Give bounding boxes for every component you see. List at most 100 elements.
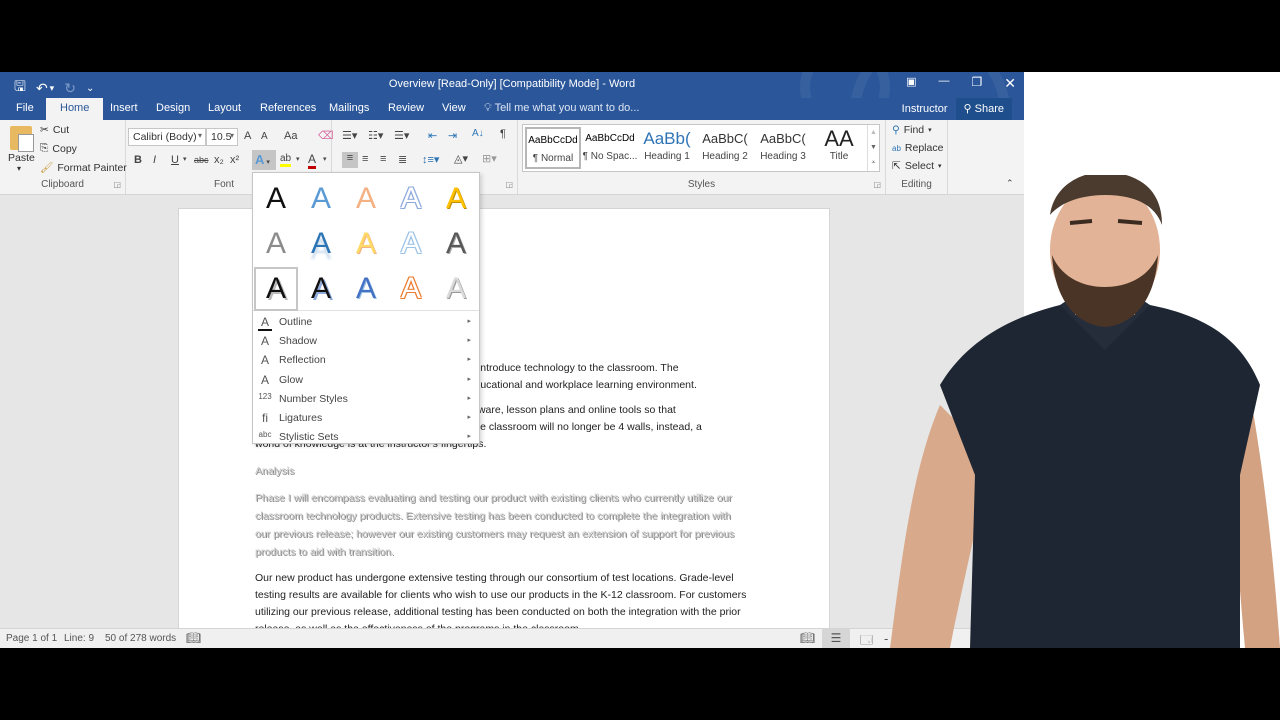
text-effect-option[interactable]: A (299, 267, 343, 311)
ribbon-display-options-icon[interactable]: ▣ (906, 75, 916, 92)
style-no-spacing[interactable]: AaBbCcDd ¶ No Spac... (582, 127, 638, 169)
proofing-icon[interactable]: 📖︎ (186, 631, 201, 645)
text-effect-option[interactable]: A (254, 177, 298, 221)
cut-button[interactable]: ✂ Cut (40, 124, 69, 136)
underline-icon[interactable]: U (171, 154, 179, 166)
justify-icon[interactable]: ≣ (398, 153, 407, 166)
minimize-icon[interactable]: — (939, 75, 950, 92)
restore-icon[interactable]: ❐ (972, 75, 983, 92)
text-effect-option[interactable]: A (389, 267, 433, 311)
grow-font-icon[interactable]: A (244, 130, 251, 142)
text-effects-menu-item-reflection[interactable]: A Reflection ▸ (253, 351, 479, 370)
show-formatting-icon[interactable]: ¶ (500, 128, 506, 140)
italic-icon[interactable]: I (153, 154, 156, 166)
paragraph-launcher-icon[interactable]: ◲ (505, 180, 513, 189)
highlight-icon[interactable]: ab (280, 153, 292, 167)
superscript-icon[interactable]: x² (230, 154, 239, 166)
sort-icon[interactable]: A↓ (472, 128, 484, 139)
text-effects-menu-item-stylistic-sets[interactable]: abc Stylistic Sets ▸ (253, 428, 479, 447)
subscript-icon[interactable]: x₂ (214, 154, 224, 166)
find-button[interactable]: ⚲ Find ▾ (892, 124, 932, 136)
highlight-dropdown-icon[interactable]: ▾ (296, 155, 300, 163)
style-heading-2[interactable]: AaBbC( Heading 2 (697, 127, 753, 169)
tab-home[interactable]: Home (46, 98, 104, 120)
tab-design[interactable]: Design (156, 102, 190, 114)
format-painter-button[interactable]: 🖌︎ Format Painter (40, 161, 127, 175)
styles-gallery-scroll[interactable]: ▲ ▼ ⩡ (867, 125, 879, 171)
style-heading-3[interactable]: AaBbC( Heading 3 (755, 127, 811, 169)
text-effect-option[interactable]: A (344, 222, 388, 266)
word-count[interactable]: 50 of 278 words (105, 633, 176, 644)
more-styles-icon[interactable]: ⩡ (868, 155, 879, 170)
presenter-video (890, 175, 1280, 648)
line-number[interactable]: Line: 9 (64, 633, 94, 644)
text-effect-option[interactable]: A (254, 267, 298, 311)
read-mode-icon[interactable]: 📖︎ (800, 631, 815, 645)
text-effects-menu-item-shadow[interactable]: A Shadow ▸ (253, 332, 479, 351)
paste-button[interactable]: Paste (8, 152, 35, 164)
tab-references[interactable]: References (260, 102, 316, 114)
text-effect-option[interactable]: A (434, 222, 478, 266)
style-normal[interactable]: AaBbCcDd ¶ Normal (525, 127, 581, 169)
style-title[interactable]: AA Title (811, 127, 867, 169)
strikethrough-icon[interactable]: abc (194, 155, 209, 165)
underline-dropdown-icon[interactable]: ▾ (183, 155, 187, 163)
page-count[interactable]: Page 1 of 1 (6, 633, 57, 644)
multilevel-list-icon[interactable]: ☰▾ (394, 129, 409, 142)
align-right-icon[interactable]: ≡ (380, 153, 386, 165)
align-center-icon[interactable]: ≡ (362, 153, 368, 165)
font-name-combo[interactable]: Calibri (Body) ▾ (128, 128, 206, 146)
numbering-icon[interactable]: ☷▾ (368, 129, 383, 142)
font-size-combo[interactable]: 10.5 ▾ (206, 128, 238, 146)
select-button[interactable]: ⇱ Select ▾ (892, 160, 942, 172)
text-effect-option[interactable]: A (344, 267, 388, 311)
text-effect-option[interactable]: A (389, 222, 433, 266)
borders-icon[interactable]: ⊞▾ (482, 152, 497, 165)
tab-view[interactable]: View (442, 102, 466, 114)
copy-button[interactable]: ⎘ Copy (40, 142, 77, 155)
tab-mailings[interactable]: Mailings (329, 102, 369, 114)
text-effect-option[interactable]: A (254, 222, 298, 266)
paste-icon[interactable] (10, 126, 34, 152)
clipboard-launcher-icon[interactable]: ◲ (113, 180, 121, 189)
text-effect-option[interactable]: A (299, 177, 343, 221)
text-effect-option[interactable]: A (389, 177, 433, 221)
bullets-icon[interactable]: ☰▾ (342, 129, 357, 142)
align-left-icon[interactable]: ≡ (342, 152, 358, 168)
increase-indent-icon[interactable]: ⇥ (448, 129, 457, 142)
text-effect-option[interactable]: A (344, 177, 388, 221)
replace-button[interactable]: ab Replace (892, 142, 943, 154)
bold-icon[interactable]: B (134, 154, 142, 166)
text-effects-menu-item-ligatures[interactable]: fi Ligatures ▸ (253, 409, 479, 428)
font-color-icon[interactable]: A (308, 152, 317, 169)
change-case-icon[interactable]: Aa (284, 130, 297, 142)
decrease-indent-icon[interactable]: ⇤ (428, 129, 437, 142)
font-color-dropdown-icon[interactable]: ▾ (323, 155, 327, 163)
shrink-font-icon[interactable]: A (261, 131, 268, 142)
tab-layout[interactable]: Layout (208, 102, 241, 114)
line-spacing-icon[interactable]: ↕≡▾ (422, 153, 439, 166)
text-effect-option[interactable]: A (434, 177, 478, 221)
share-button[interactable]: ⚲ Share (955, 98, 1012, 120)
paste-dropdown-icon[interactable]: ▾ (17, 164, 21, 173)
text-effects-menu-item-number-styles[interactable]: 123 Number Styles ▸ (253, 390, 479, 409)
scroll-down-icon[interactable]: ▼ (868, 140, 879, 155)
print-layout-icon[interactable]: ☰ (822, 629, 850, 648)
style-preview: AaBb( (643, 129, 691, 148)
close-icon[interactable]: ✕ (1004, 75, 1016, 92)
web-layout-icon[interactable]: 🗔 (860, 631, 873, 648)
text-effects-menu-item-glow[interactable]: A Glow ▸ (253, 371, 479, 390)
text-effect-option[interactable]: A (434, 267, 478, 311)
text-effects-button[interactable]: A ▾ (252, 150, 276, 170)
text-effects-menu-item-outline[interactable]: A Outline ▸ (253, 313, 479, 332)
tell-me-search[interactable]: 💡︎ Tell me what you want to do... (484, 102, 639, 115)
tab-insert[interactable]: Insert (110, 102, 138, 114)
tab-review[interactable]: Review (388, 102, 424, 114)
text-effect-option[interactable]: A (299, 222, 343, 266)
style-heading-1[interactable]: AaBb( Heading 1 (639, 127, 695, 169)
user-name[interactable]: Instructor (902, 103, 948, 115)
scroll-up-icon[interactable]: ▲ (868, 125, 879, 140)
tab-file[interactable]: File (16, 102, 34, 114)
shading-icon[interactable]: ◬▾ (454, 152, 468, 165)
testing-line: Our new product has undergone extensive … (255, 572, 734, 584)
